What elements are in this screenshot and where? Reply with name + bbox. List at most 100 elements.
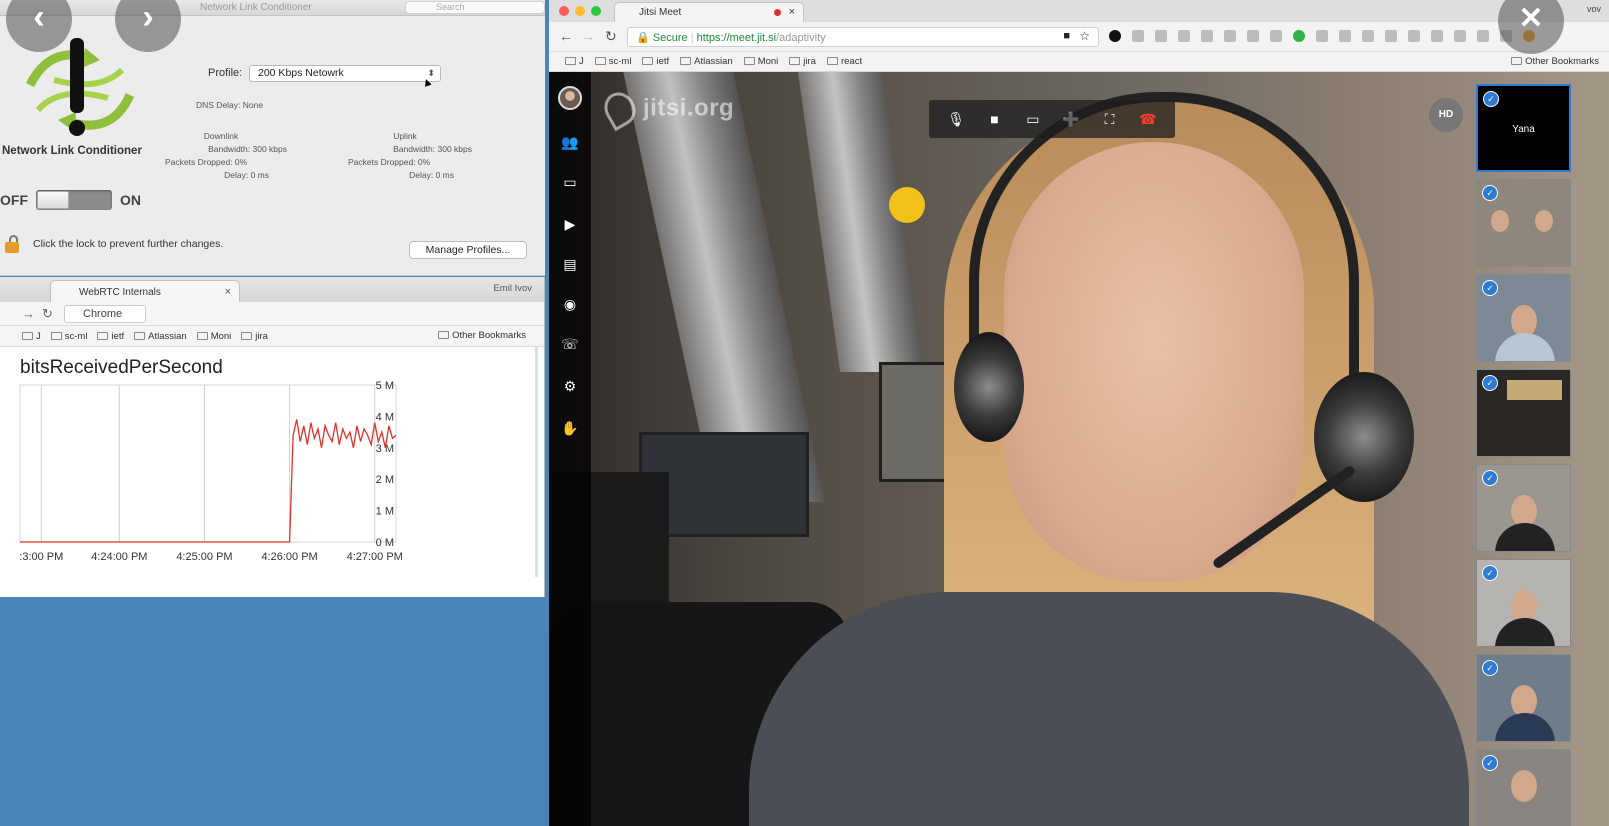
bookmark-2[interactable]: ietf	[97, 331, 124, 342]
raise-hand-icon[interactable]: ✋	[558, 416, 582, 440]
extension-icon[interactable]	[1362, 30, 1374, 42]
bookmark-4[interactable]: Moni	[743, 56, 778, 67]
participant-shirt	[749, 592, 1469, 826]
toggle-on-label: ON	[120, 192, 141, 208]
jitsi-profile-name[interactable]: vov	[1587, 4, 1601, 14]
nlc-search-field[interactable]: Search	[405, 1, 545, 14]
uplink-delay: Delay: 0 ms	[409, 170, 454, 180]
thumbnail[interactable]: ✓	[1476, 179, 1571, 267]
other-bookmarks[interactable]: Other Bookmarks	[438, 330, 526, 341]
my-avatar[interactable]	[558, 86, 582, 110]
screen-share-icon[interactable]: ▭	[1019, 111, 1047, 128]
webrtc-omnibox[interactable]: Chrome	[64, 305, 146, 323]
extension-icon[interactable]	[1109, 30, 1121, 42]
dial-in-icon[interactable]: ☏	[558, 332, 582, 356]
bookmark-5[interactable]: jira	[789, 56, 816, 67]
bookmark-3[interactable]: Atlassian	[680, 56, 733, 67]
profile-label: Profile:	[208, 67, 243, 79]
extension-icon[interactable]	[1224, 30, 1236, 42]
extension-icon[interactable]	[1132, 30, 1144, 42]
fullscreen-icon[interactable]: ⛶	[1095, 111, 1123, 128]
shared-document-icon[interactable]: ▤	[558, 252, 582, 276]
thumbnail[interactable]: ✓	[1476, 464, 1571, 552]
extension-icon[interactable]	[1477, 30, 1489, 42]
switch-knob[interactable]	[37, 191, 69, 209]
downlink-stats: Downlink Bandwidth: 300 kbps Packets Dro…	[165, 130, 287, 182]
thumbnail-light	[1507, 380, 1562, 400]
extension-icon[interactable]	[1293, 30, 1305, 42]
extension-icon[interactable]	[1339, 30, 1351, 42]
thumbnail[interactable]: ✓	[1476, 274, 1571, 362]
zoom-window-icon[interactable]	[591, 6, 601, 16]
lock-icon[interactable]	[5, 235, 19, 253]
forward-icon[interactable]: →	[581, 28, 595, 44]
forward-icon[interactable]: →	[22, 306, 35, 321]
uplink-bandwidth: Bandwidth: 300 kbps	[393, 144, 472, 154]
bookmark-4[interactable]: Moni	[196, 331, 231, 342]
extension-icon[interactable]	[1431, 30, 1443, 42]
extension-icon[interactable]	[1247, 30, 1259, 42]
other-bookmarks[interactable]: Other Bookmarks	[1511, 56, 1599, 67]
bookmark-1[interactable]: sc-ml	[50, 331, 87, 342]
camera-icon[interactable]: ■	[980, 111, 1008, 127]
bookmark-3[interactable]: Atlassian	[134, 331, 187, 342]
thumbnail[interactable]: ✓	[1476, 559, 1571, 647]
extension-icon[interactable]	[1385, 30, 1397, 42]
profile-name[interactable]: Emil Ivov	[493, 283, 532, 294]
thumbnail[interactable]: ✓ Yana	[1476, 84, 1571, 172]
bookmark-6[interactable]: react	[826, 56, 862, 67]
lock-text: Click the lock to prevent further change…	[33, 238, 224, 250]
close-tab-icon[interactable]: ×	[789, 6, 795, 18]
bookmark-2[interactable]: ietf	[642, 56, 669, 67]
profile-select[interactable]: 200 Kbps Netowrk ⬍	[249, 65, 441, 82]
minimize-window-icon[interactable]	[575, 6, 585, 16]
reload-icon[interactable]: ↻	[605, 28, 617, 45]
jitsi-watermark[interactable]: jitsi.org	[598, 86, 734, 132]
chart-y-tick-label: 0 M	[376, 537, 394, 549]
bookmark-0[interactable]: J	[22, 331, 41, 342]
settings-icon[interactable]: ⚙	[558, 374, 582, 398]
chevron-left-icon: ‹	[33, 0, 45, 36]
chat-icon[interactable]: ▭	[558, 170, 582, 194]
webrtc-internals-window: WebRTC Internals × Emil Ivov → ↻ Chrome …	[0, 277, 545, 597]
url-path: /adaptivity	[776, 32, 826, 44]
toggle-off-label: OFF	[0, 192, 28, 208]
close-tab-icon[interactable]: ×	[225, 286, 231, 298]
reload-icon[interactable]: ↻	[42, 306, 53, 322]
microphone-icon[interactable]: 🎙	[942, 111, 970, 128]
back-icon[interactable]: ←	[559, 28, 573, 44]
manage-profiles-button[interactable]: Manage Profiles...	[409, 241, 527, 259]
tab-webrtc-internals[interactable]: WebRTC Internals ×	[50, 280, 240, 302]
bookmark-5[interactable]: jira	[241, 331, 268, 342]
dns-delay: DNS Delay: None	[196, 100, 264, 110]
extension-icon[interactable]	[1316, 30, 1328, 42]
thumbnail[interactable]: ✓	[1476, 749, 1571, 826]
bookmark-0[interactable]: J	[565, 56, 584, 67]
thumbnail-name: Yana	[1512, 124, 1535, 135]
extension-icon[interactable]	[1155, 30, 1167, 42]
thumbnail-face	[1535, 210, 1553, 232]
recording-icon[interactable]: ◉	[558, 292, 582, 316]
share-video-icon[interactable]: ▶	[558, 212, 582, 236]
extension-icon[interactable]	[1201, 30, 1213, 42]
extension-icon[interactable]	[1408, 30, 1420, 42]
star-icon[interactable]: ☆	[1079, 29, 1090, 43]
chart-x-tick-label: :3:00 PM	[19, 551, 63, 563]
thumbnail-torso	[1495, 618, 1555, 646]
thumbnail[interactable]: ✓	[1476, 654, 1571, 742]
bookmark-1[interactable]: sc-ml	[594, 56, 631, 67]
nlc-titlebar: Network Link Conditioner Search	[0, 0, 545, 16]
invite-icon[interactable]: ➕	[1057, 111, 1085, 128]
camera-permission-icon[interactable]: ■	[1063, 30, 1070, 42]
hangup-icon[interactable]: ☎	[1134, 111, 1162, 128]
extension-icon[interactable]	[1454, 30, 1466, 42]
tab-jitsi-meet[interactable]: Jitsi Meet ×	[614, 2, 804, 22]
close-window-icon[interactable]	[559, 6, 569, 16]
extension-icon[interactable]	[1270, 30, 1282, 42]
nlc-power-switch[interactable]	[36, 190, 112, 210]
participants-icon[interactable]: 👥	[558, 130, 582, 154]
thumbnail[interactable]: ✓	[1476, 369, 1571, 457]
close-icon: ✕	[1518, 2, 1544, 35]
jitsi-omnibox[interactable]: 🔒 Secure | https://meet.jit.si/adaptivit…	[627, 27, 1099, 47]
extension-icon[interactable]	[1178, 30, 1190, 42]
